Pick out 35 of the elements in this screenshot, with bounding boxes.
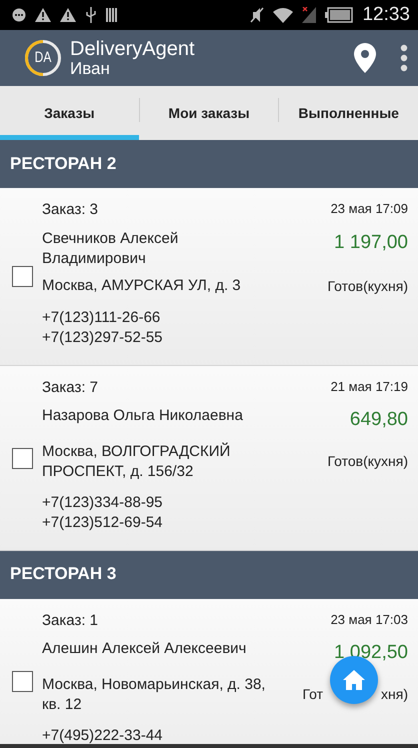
phone-number: +7(123)512-69-54 xyxy=(42,512,164,532)
tab[interactable]: Мои заказы xyxy=(140,86,278,140)
phone-number: +7(123)297-52-55 xyxy=(42,328,164,348)
delivery-address: Москва, ВОЛГОГРАДСКИЙ ПРОСПЕКТ, д. 156/32 xyxy=(42,442,232,482)
delivery-address: Москва, АМУРСКАЯ УЛ, д. 3 xyxy=(42,276,242,296)
order-amount: 649,80 xyxy=(348,408,408,432)
user-name: Иван xyxy=(70,60,110,78)
customer-name: Алешин Алексей Алексеевич xyxy=(42,639,248,659)
section-header: РЕСТОРАН 3 xyxy=(0,550,418,598)
order-status: Гот xyxy=(302,685,324,704)
order-status: хня) xyxy=(381,685,408,704)
order-number: Заказ: 1 xyxy=(42,610,100,630)
order-number: Заказ: 7 xyxy=(42,378,100,398)
order-number: Заказ: 3 xyxy=(42,200,100,220)
delivery-address: Москва, Новомарьинская, д. 38, кв. 12 xyxy=(42,674,266,714)
order-card[interactable]: Заказ: 1 23 мая 17:03 Алешин Алексей Алексеевич 1 092,50 Москва, Новомарьинская, д. 38, кв. 12 Гот хня) +7(495)222-33-44 xyxy=(0,598,418,744)
app-logo: DA xyxy=(24,39,62,77)
app-title: DeliveryAgent xyxy=(70,38,196,60)
order-status: Готов(кухня) xyxy=(327,276,408,296)
order-status: Готов(кухня) xyxy=(327,452,408,471)
section-header: РЕСТОРАН 2 xyxy=(0,140,418,188)
customer-name: Назарова Ольга Николаевна xyxy=(42,406,244,426)
phone-number: +7(495)222-33-44 xyxy=(42,726,164,744)
order-date: 23 мая 17:09 xyxy=(330,200,408,218)
tab[interactable]: Выполненные xyxy=(279,86,418,140)
order-date: 21 мая 17:19 xyxy=(330,378,408,396)
order-card[interactable]: Заказ: 3 23 мая 17:09 Свечников Алексей Владимирович 1 197,00 Москва, АМУРСКАЯ УЛ, д. 3 Готов(кухня) +7(123)111-26-66 +7(123)297-52-55 xyxy=(0,188,418,366)
phone-number: +7(123)111-26-66 xyxy=(42,308,162,328)
phone-number: +7(123)334-88-95 xyxy=(42,492,164,512)
order-amount: 1 092,50 xyxy=(333,641,408,665)
clock-time: 12:33 xyxy=(362,2,410,27)
order-amount: 1 197,00 xyxy=(333,230,408,254)
customer-name: Свечников Алексей Владимирович xyxy=(42,228,180,268)
order-date: 23 мая 17:03 xyxy=(330,610,408,628)
order-card[interactable]: Заказ: 7 21 мая 17:19 Назарова Ольга Николаевна 649,80 Москва, ВОЛГОГРАДСКИЙ ПРОСПЕКТ, д. 156/32 Готов(кухня) +7(123)334-88-95 +7(123)512-69-54 xyxy=(0,366,418,550)
